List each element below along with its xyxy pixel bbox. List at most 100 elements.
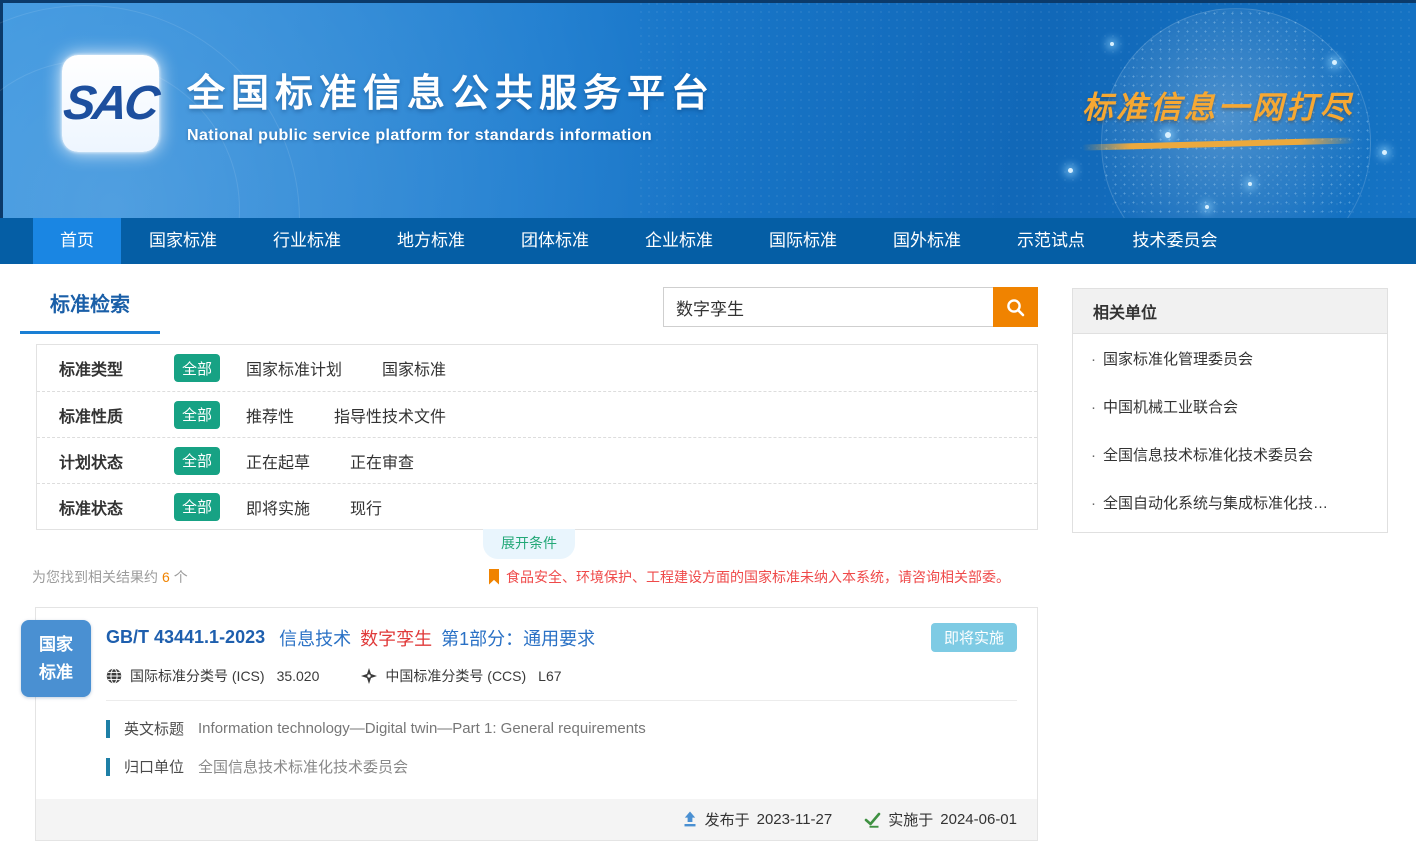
filter-option[interactable]: 现行 [350,495,382,519]
main-column: 标准检索 标准类型 全部 国家标准计划 国家标准 [20,276,1038,841]
expand-conditions-button[interactable]: 展开条件 [483,529,575,559]
filter-row-plan-status: 计划状态 全部 正在起草 正在审查 [37,437,1037,483]
filter-row-standard-type: 标准类型 全部 国家标准计划 国家标准 [37,345,1037,391]
related-units-panel: 相关单位 · 国家标准化管理委员会 · 中国机械工业联合会 · 全国信息技术标准化技术… [1072,288,1388,533]
filter-option[interactable]: 国家标准 [382,356,446,380]
bookmark-icon [488,569,500,585]
nav-item-international-standards[interactable]: 国际标准 [741,218,865,264]
national-standard-badge: 国家 标准 [21,620,91,697]
site-title: 全国标准信息公共服务平台 [187,62,715,117]
publish-upload-icon [682,811,698,828]
standard-title-segment: 信息技术 [279,625,351,651]
system-notice: 食品安全、环境保护、工程建设方面的国家标准未纳入本系统，请咨询相关部委。 [488,567,1010,587]
brand-block: 全国标准信息公共服务平台 National public service pla… [187,62,715,145]
slogan-text: 标准信息一网打尽 [1082,82,1354,127]
filter-option[interactable]: 国家标准计划 [246,356,342,380]
related-unit-link[interactable]: · 全国信息技术标准化技术委员会 [1073,430,1387,478]
accent-bar [106,720,110,738]
result-count-number: 6 [162,569,170,585]
implement-date: 2024-06-01 [940,811,1017,828]
tab-standard-search[interactable]: 标准检索 [20,276,160,334]
filter-all-badge[interactable]: 全部 [174,401,220,429]
related-unit-label: 全国自动化系统与集成标准化技… [1103,495,1328,512]
english-title-label: 英文标题 [124,718,184,739]
sac-logo-text: SAC [60,76,160,131]
standard-result-card: 国家 标准 GB/T 43441.1-2023 信息技术 数字孪生 第1部分：通… [35,607,1038,841]
department-row: 归口单位 全国信息技术标准化技术委员会 [106,756,1017,777]
nav-item-group-standards[interactable]: 团体标准 [493,218,617,264]
divider [106,700,1017,701]
site-subtitle: National public service platform for sta… [187,127,715,145]
glow-dot [1068,168,1073,173]
globe-icon [106,668,122,684]
slogan-banner: 标准信息一网打尽 [1082,82,1354,147]
standard-title-highlight: 数字孪生 [360,625,432,651]
related-unit-link[interactable]: · 国家标准化管理委员会 [1073,334,1387,382]
related-unit-label: 中国机械工业联合会 [1103,399,1238,416]
badge-line2: 标准 [39,659,73,686]
nav-item-technical-committee[interactable]: 技术委员会 [1113,218,1237,264]
filter-option[interactable]: 正在起草 [246,449,310,473]
implement-date-group: 实施于 2024-06-01 [864,809,1017,830]
ics-classification: 国际标准分类号 (ICS) 35.020 [106,666,319,686]
filter-row-standard-nature: 标准性质 全部 推荐性 指导性技术文件 [37,391,1037,437]
implement-check-icon [864,812,881,828]
ccs-label: 中国标准分类号 (CCS) [385,666,526,686]
compass-icon [361,668,377,684]
english-title-value: Information technology—Digital twin—Part… [198,720,646,737]
implement-label: 实施于 [888,809,933,830]
result-count-suffix: 个 [174,569,188,585]
department-label: 归口单位 [124,756,184,777]
nav-item-national-standards[interactable]: 国家标准 [121,218,245,264]
accent-bar [106,758,110,776]
filter-all-badge[interactable]: 全部 [174,447,220,475]
ccs-value: L67 [538,668,561,684]
list-bullet: · [1091,399,1096,416]
nav-item-local-standards[interactable]: 地方标准 [369,218,493,264]
badge-line1: 国家 [39,631,73,658]
related-unit-link[interactable]: · 全国自动化系统与集成标准化技… [1073,478,1387,526]
ics-label: 国际标准分类号 (ICS) [130,666,265,686]
publish-date: 2023-11-27 [757,811,833,828]
result-count-text: 为您找到相关结果约6个 [32,567,188,587]
filter-option[interactable]: 指导性技术文件 [334,403,446,427]
related-unit-label: 全国信息技术标准化技术委员会 [1103,447,1313,464]
related-unit-label: 国家标准化管理委员会 [1103,351,1253,368]
nav-item-pilot[interactable]: 示范试点 [989,218,1113,264]
filter-option[interactable]: 正在审查 [350,449,414,473]
filter-label: 标准类型 [59,356,149,380]
filter-label: 标准状态 [59,495,149,519]
related-units-title: 相关单位 [1073,289,1387,334]
glow-dot [1248,182,1252,186]
filter-all-badge[interactable]: 全部 [174,493,220,521]
filter-option[interactable]: 即将实施 [246,495,310,519]
glow-dot [1205,205,1209,209]
filter-panel: 标准类型 全部 国家标准计划 国家标准 标准性质 全部 推荐性 指导性技术文件 … [36,344,1038,530]
publish-date-group: 发布于 2023-11-27 [682,809,833,830]
card-footer: 发布于 2023-11-27 实施于 2024-06-01 [36,799,1037,840]
english-title-row: 英文标题 Information technology—Digital twin… [106,718,1017,739]
search-button[interactable] [993,287,1038,327]
nav-item-foreign-standards[interactable]: 国外标准 [865,218,989,264]
filter-option[interactable]: 推荐性 [246,403,294,427]
list-bullet: · [1091,447,1096,464]
search-input[interactable] [663,287,993,327]
search-box [663,287,1038,327]
sac-logo[interactable]: SAC [62,55,159,152]
nav-item-home[interactable]: 首页 [33,218,121,264]
nav-item-enterprise-standards[interactable]: 企业标准 [617,218,741,264]
related-unit-link[interactable]: · 中国机械工业联合会 [1073,382,1387,430]
nav-item-industry-standards[interactable]: 行业标准 [245,218,369,264]
list-bullet: · [1091,351,1096,368]
standard-title-link[interactable]: GB/T 43441.1-2023 信息技术 数字孪生 第1部分：通用要求 [106,625,604,651]
list-bullet: · [1091,495,1096,512]
site-header: SAC 全国标准信息公共服务平台 National public service… [0,0,1416,218]
filter-label: 标准性质 [59,403,149,427]
publish-label: 发布于 [705,809,750,830]
filter-label: 计划状态 [59,449,149,473]
notice-text: 食品安全、环境保护、工程建设方面的国家标准未纳入本系统，请咨询相关部委。 [506,567,1010,587]
filter-all-badge[interactable]: 全部 [174,354,220,382]
ccs-classification: 中国标准分类号 (CCS) L67 [361,666,561,686]
result-count-prefix: 为您找到相关结果约 [32,569,158,585]
standard-title-rest: 第1部分：通用要求 [441,625,595,651]
